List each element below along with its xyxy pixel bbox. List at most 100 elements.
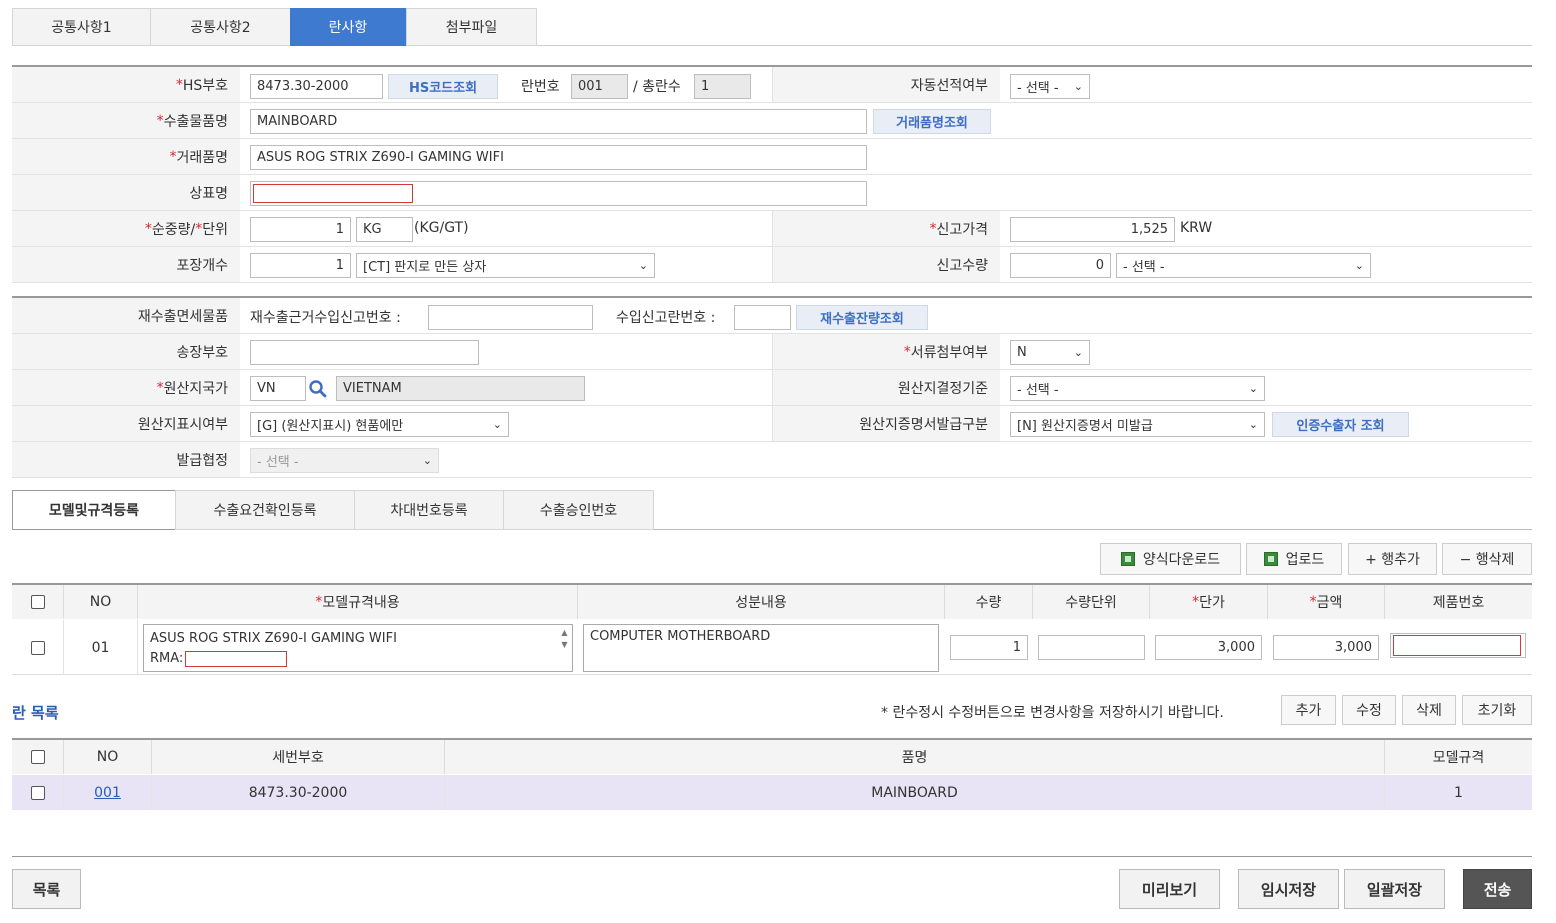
declared-price-input[interactable]: 1,525 — [1010, 217, 1175, 242]
component-textarea[interactable]: COMPUTER MOTHERBOARD — [583, 624, 939, 672]
qty-unit-select[interactable]: - 선택 - ⌄ — [1116, 253, 1371, 278]
declared-qty-input[interactable]: 0 — [1010, 253, 1111, 278]
row-brand: 상표명 — [12, 175, 1532, 211]
row-agreement: 발급협정 - 선택 - ⌄ — [12, 442, 1532, 478]
trade-name-search-button[interactable]: 거래품명조회 — [873, 109, 991, 134]
col-no: NO — [64, 585, 138, 619]
tab-export-requirement[interactable]: 수출요건확인등록 — [175, 490, 355, 530]
select-all-ran-checkbox[interactable] — [30, 750, 45, 764]
net-weight-input[interactable]: 1 — [250, 217, 351, 242]
item-label: 수출물품명 — [163, 113, 228, 130]
origin-mark-select[interactable]: [G] (원산지표시) 현품에만 ⌄ — [250, 412, 509, 437]
pack-label: 포장개수 — [12, 247, 240, 282]
col-amount: 금액 — [1316, 595, 1343, 611]
agreement-select[interactable]: - 선택 - ⌄ — [250, 448, 439, 473]
model-spec-textarea[interactable]: ASUS ROG STRIX Z690-I GAMING WIFI RMA: ▲… — [143, 624, 573, 672]
send-button[interactable]: 전송 — [1463, 869, 1532, 909]
ran-list-note: * 란수정시 수정버튼으로 변경사항을 저장하시기 바랍니다. — [881, 705, 1224, 721]
reexport-import-no-label: 재수출근거수입신고번호 : — [250, 310, 401, 326]
hs-code-input[interactable]: 8473.30-2000 — [250, 74, 383, 99]
tab-attachments[interactable]: 첨부파일 — [406, 8, 537, 46]
ran-no-link[interactable]: 001 — [64, 775, 152, 810]
brand-field — [250, 181, 867, 206]
origin-label: 원산지국가 — [163, 380, 228, 397]
total-ran-label: / 총란수 — [633, 79, 681, 95]
hs-code-search-button[interactable]: HS코드조회 — [388, 74, 498, 99]
detail-tabs: 모델및규격등록 수출요건확인등록 차대번호등록 수출승인번호 — [12, 490, 1532, 530]
price-label: 신고가격 — [936, 221, 988, 238]
tab-chassis-number[interactable]: 차대번호등록 — [354, 490, 504, 530]
amount-input[interactable]: 3,000 — [1273, 635, 1379, 660]
scrollbar[interactable]: ▲ ▼ — [559, 627, 570, 667]
row-pack: 포장개수 1 [CT] 판지로 만든 상자 ⌄ 신고수량 0 - 선택 - ⌄ — [12, 247, 1532, 283]
tab-common1[interactable]: 공통사항1 — [12, 8, 151, 46]
row-checkbox[interactable] — [30, 640, 45, 655]
trade-name-input[interactable]: ASUS ROG STRIX Z690-I GAMING WIFI — [250, 145, 867, 170]
col-model: 모델규격내용 — [322, 595, 400, 611]
top-tabs: 공통사항1 공통사항2 란사항 첨부파일 — [12, 8, 1532, 46]
price-currency: KRW — [1180, 220, 1213, 236]
table-row[interactable]: 001 8473.30-2000 MAINBOARD 1 — [12, 775, 1532, 810]
cert-type-label: 원산지증명서발급구분 — [772, 406, 1000, 441]
weight-unit-input[interactable]: KG — [356, 217, 413, 242]
auto-ship-select[interactable]: - 선택 - ⌄ — [1010, 74, 1090, 99]
origin-criteria-select[interactable]: - 선택 - ⌄ — [1010, 376, 1265, 401]
doc-attach-label: 서류첨부여부 — [910, 344, 988, 361]
ran-row-checkbox[interactable] — [30, 785, 45, 800]
unit-price-input[interactable]: 3,000 — [1155, 635, 1262, 660]
chevron-down-icon: ⌄ — [1073, 80, 1083, 93]
invoice-input[interactable] — [250, 340, 479, 365]
origin-mark-label: 원산지표시여부 — [12, 406, 240, 441]
pack-type-select[interactable]: [CT] 판지로 만든 상자 ⌄ — [356, 253, 655, 278]
certified-exporter-button[interactable]: 인증수출자 조회 — [1272, 412, 1409, 437]
temp-save-button[interactable]: 임시저장 — [1238, 869, 1339, 909]
bulk-save-button[interactable]: 일괄저장 — [1344, 869, 1445, 909]
add-row-button[interactable]: + 행추가 — [1348, 543, 1437, 575]
upload-button[interactable]: 업로드 — [1246, 543, 1342, 575]
origin-name-input: VIETNAM — [336, 376, 585, 401]
add-ran-button[interactable]: 추가 — [1281, 695, 1336, 725]
origin-form: 재수출면세물품 재수출근거수입신고번호 : 수입신고란번호 : 재수출잔량조회 … — [12, 296, 1532, 480]
import-ran-no-input[interactable] — [734, 305, 791, 330]
template-download-button[interactable]: 양식다운로드 — [1100, 543, 1241, 575]
delete-row-button[interactable]: − 행삭제 — [1442, 543, 1532, 575]
import-ran-no-label: 수입신고란번호 : — [616, 310, 716, 326]
list-button[interactable]: 목록 — [12, 869, 81, 909]
col-item-name: 품명 — [445, 740, 1385, 774]
reexport-balance-button[interactable]: 재수출잔량조회 — [796, 305, 928, 330]
edit-ran-button[interactable]: 수정 — [1342, 695, 1396, 725]
origin-code-input[interactable]: VN — [250, 376, 306, 401]
auto-ship-label: 자동선적여부 — [772, 67, 1000, 102]
tab-export-approval[interactable]: 수출승인번호 — [503, 490, 654, 530]
reexport-import-no-input[interactable] — [428, 305, 593, 330]
cert-type-select[interactable]: [N] 원산지증명서 미발급 ⌄ — [1010, 412, 1265, 437]
qty-unit-input[interactable] — [1038, 635, 1145, 660]
row-invoice: 송장부호 * 서류첨부여부 N ⌄ — [12, 334, 1532, 370]
doc-attach-select[interactable]: N ⌄ — [1010, 340, 1090, 365]
tab-common2[interactable]: 공통사항2 — [150, 8, 291, 46]
tab-ran[interactable]: 란사항 — [290, 8, 406, 46]
col-unit-price: 단가 — [1199, 595, 1225, 611]
row-item: * 수출물품명 MAINBOARD 거래품명조회 — [12, 103, 1532, 139]
qty-input[interactable]: 1 — [950, 635, 1028, 660]
weight-unit-note: (KG/GT) — [414, 220, 469, 236]
ran-name-cell: MAINBOARD — [445, 775, 1385, 810]
reset-ran-button[interactable]: 초기화 — [1462, 695, 1532, 725]
origin-criteria-label: 원산지결정기준 — [772, 370, 1000, 405]
product-no-input[interactable] — [1393, 635, 1521, 656]
tab-model-spec[interactable]: 모델및규격등록 — [12, 490, 176, 530]
search-icon[interactable] — [308, 379, 328, 399]
item-name-input[interactable]: MAINBOARD — [250, 109, 867, 134]
preview-button[interactable]: 미리보기 — [1119, 869, 1220, 909]
brand-input[interactable] — [253, 184, 413, 203]
hs-label: HS부호 — [182, 77, 228, 94]
pack-count-input[interactable]: 1 — [250, 253, 351, 278]
col-product-no: 제품번호 — [1385, 585, 1532, 619]
chevron-down-icon: ⌄ — [1248, 418, 1258, 431]
delete-ran-button[interactable]: 삭제 — [1402, 695, 1456, 725]
select-all-checkbox[interactable] — [30, 595, 45, 609]
rma-input[interactable] — [185, 651, 288, 667]
row-no: 01 — [64, 620, 138, 675]
chevron-down-icon: ⌄ — [422, 454, 432, 467]
chevron-down-icon: ⌄ — [1073, 346, 1083, 359]
